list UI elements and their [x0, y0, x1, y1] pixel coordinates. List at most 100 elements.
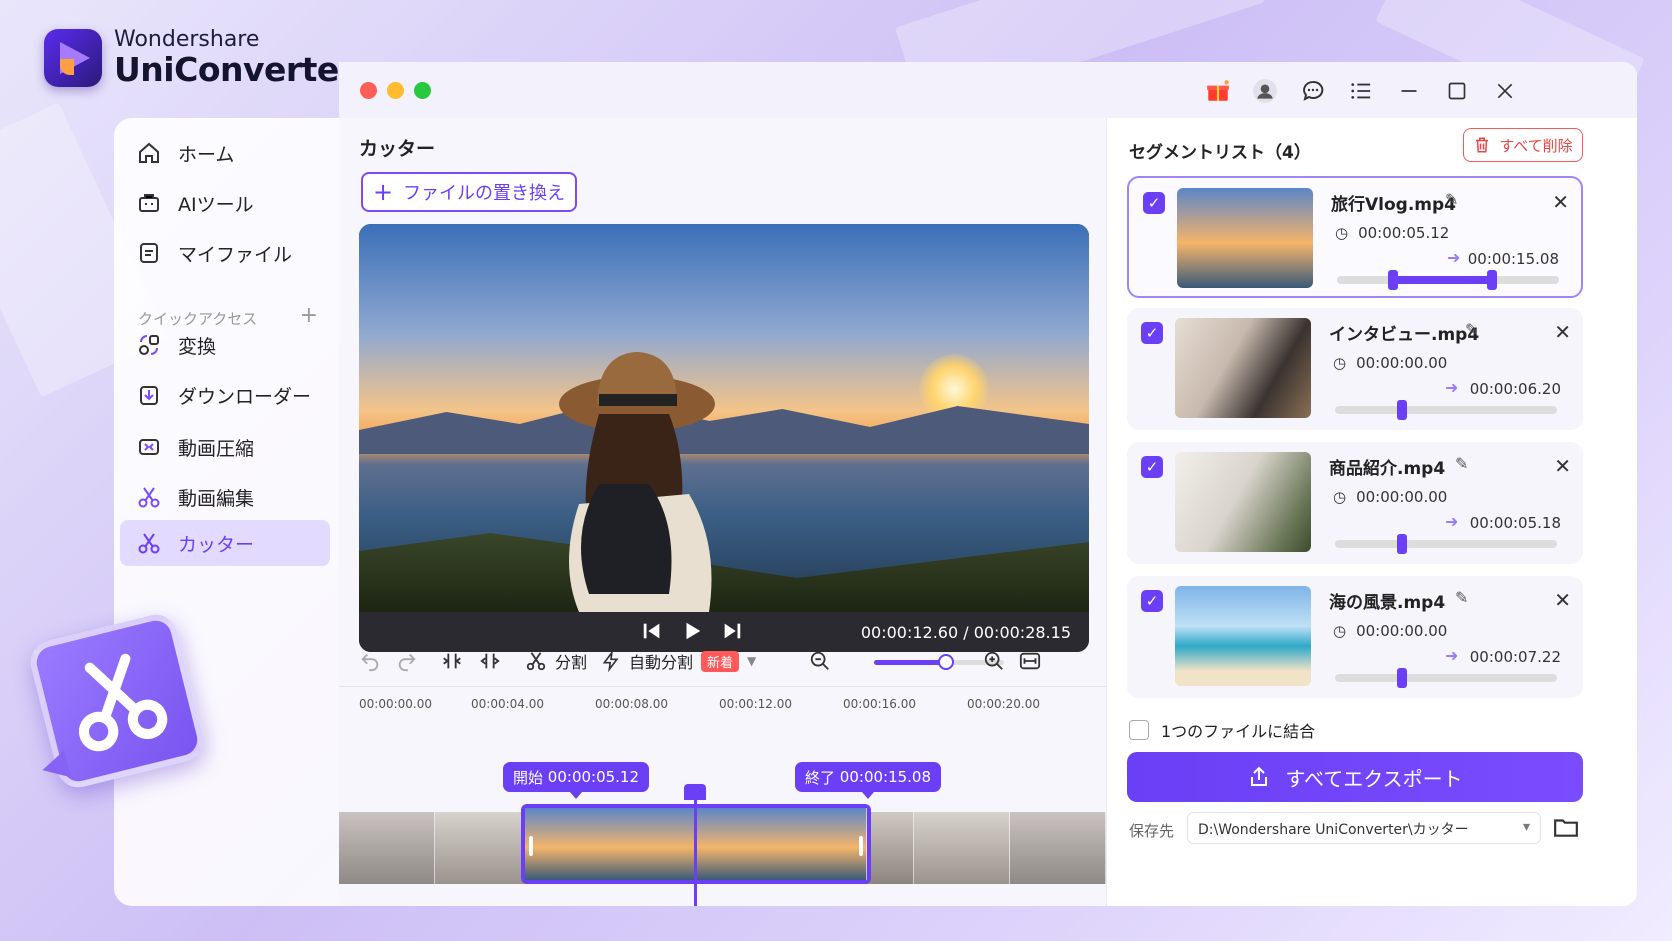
minimize-icon[interactable] [1396, 78, 1422, 104]
segment-list-panel: セグメントリスト（4） すべて削除 ✓ 旅行Vlog.mp4 ✎ ✕ ◷ 00:0… [1106, 118, 1637, 906]
export-all-button[interactable]: すべてエクスポート [1127, 752, 1583, 802]
segment-card[interactable]: ✓ 海の風景.mp4 ✎ ✕ ◷ 00:00:00.00 ➜ 00:00:07.2… [1127, 576, 1583, 698]
sidebar-item-compress[interactable]: 動画圧縮 [120, 424, 330, 470]
segment-name: インタビュー.mp4 [1329, 325, 1480, 345]
sidebar-item-label: 動画編集 [178, 487, 255, 510]
segment-start: ◷ 00:00:05.12 [1335, 224, 1449, 242]
sidebar-item-video-edit[interactable]: 動画編集 [120, 474, 330, 520]
chat-icon[interactable] [1300, 78, 1326, 104]
segment-card[interactable]: ✓ インタビュー.mp4 ✎ ✕ ◷ 00:00:00.00 ➜ 00:00:06… [1127, 308, 1583, 430]
window-close-dot[interactable] [360, 82, 377, 99]
folder-icon[interactable] [1553, 814, 1579, 840]
end-label: 終了 [805, 768, 836, 787]
page-title: カッター [359, 138, 436, 160]
app-window: カッター + ファイルの置き換え 00:00:12.60 / 00:00:28.… [339, 62, 1637, 906]
remove-segment-icon[interactable]: ✕ [1554, 454, 1571, 478]
segment-range-bar[interactable] [1335, 534, 1557, 554]
ruler-tick-label: 00:00:12.00 [719, 697, 792, 711]
split-button[interactable]: 分割 [525, 649, 587, 673]
segment-checkbox[interactable]: ✓ [1141, 322, 1163, 344]
sidebar-item-cutter[interactable]: カッター [120, 520, 330, 566]
segment-start-time: 00:00:00.00 [1356, 354, 1448, 372]
segment-range-bar[interactable] [1337, 270, 1559, 290]
sidebar-item-label: AIツール [178, 193, 254, 216]
redo-icon[interactable] [396, 650, 418, 676]
arrow-right-icon: ➜ [1447, 248, 1461, 267]
sidebar-item-convert[interactable]: 変換 [120, 322, 330, 368]
segment-range-start-handle[interactable] [1396, 534, 1407, 554]
segment-range-start-handle[interactable] [1396, 400, 1407, 420]
segment-range-end-handle[interactable] [1487, 270, 1498, 290]
segment-range-start-handle[interactable] [1387, 270, 1398, 290]
edit-icon[interactable]: ✎ [1455, 454, 1468, 473]
remove-segment-icon[interactable]: ✕ [1554, 588, 1571, 612]
merge-checkbox[interactable] [1129, 720, 1149, 740]
set-start-icon[interactable] [441, 650, 463, 676]
brand: Wondershare UniConverter [44, 28, 355, 88]
save-path-dropdown[interactable]: D:\Wondershare UniConverter\カッター ▾ [1187, 812, 1541, 844]
merge-option[interactable]: 1つのファイルに結合 [1129, 718, 1315, 742]
window-minimize-dot[interactable] [387, 82, 404, 99]
edit-icon[interactable]: ✎ [1465, 320, 1478, 339]
home-icon [136, 140, 162, 166]
segment-start: ◷ 00:00:00.00 [1333, 354, 1447, 372]
zoom-knob[interactable] [937, 654, 954, 670]
arrow-right-icon: ➜ [1445, 512, 1459, 531]
video-player[interactable]: 00:00:12.60 / 00:00:28.15 [359, 224, 1089, 652]
start-marker-flag[interactable]: 開始 00:00:05.12 [503, 762, 650, 799]
ruler-tick-label: 00:00:00.00 [359, 697, 432, 711]
range-handle-left[interactable] [529, 836, 533, 856]
chevron-down-icon[interactable]: ▼ [747, 654, 756, 668]
export-icon [1251, 766, 1268, 786]
sidebar-item-home[interactable]: ホーム [120, 130, 330, 176]
maximize-icon[interactable] [1444, 78, 1470, 104]
sidebar-item-downloader[interactable]: ダウンローダー [120, 372, 330, 418]
segment-checkbox[interactable]: ✓ [1141, 590, 1163, 612]
download-icon [136, 382, 162, 408]
remove-segment-icon[interactable]: ✕ [1554, 320, 1571, 344]
playhead[interactable] [684, 784, 706, 906]
gift-icon[interactable] [1205, 78, 1231, 104]
remove-segment-icon[interactable]: ✕ [1552, 190, 1569, 214]
segment-range-start-handle[interactable] [1396, 668, 1407, 688]
segment-name: 商品紹介.mp4 [1329, 459, 1446, 479]
menu-list-icon[interactable] [1348, 78, 1374, 104]
sidebar-item-ai-tools[interactable]: AIツール [120, 180, 330, 226]
replace-file-button[interactable]: + ファイルの置き換え [361, 172, 577, 212]
sidebar-item-label: ダウンローダー [178, 385, 312, 408]
edit-icon[interactable]: ✎ [1455, 588, 1468, 607]
window-body: カッター + ファイルの置き換え 00:00:12.60 / 00:00:28.… [339, 118, 1637, 906]
edit-icon[interactable]: ✎ [1445, 190, 1458, 209]
fit-timeline-icon[interactable] [1019, 650, 1041, 676]
sidebar-item-label: 変換 [178, 335, 217, 358]
segment-start: ◷ 00:00:00.00 [1333, 488, 1447, 506]
user-avatar-icon[interactable] [1252, 78, 1278, 104]
segment-card[interactable]: ✓ 商品紹介.mp4 ✎ ✕ ◷ 00:00:00.00 ➜ 00:00:05.1… [1127, 442, 1583, 564]
segment-list-title: セグメントリスト（4） [1129, 143, 1311, 163]
set-end-icon[interactable] [479, 650, 501, 676]
segment-thumbnail [1175, 586, 1311, 686]
brand-name: Wondershare UniConverter [114, 28, 355, 88]
segment-checkbox[interactable]: ✓ [1141, 456, 1163, 478]
close-icon[interactable] [1492, 78, 1518, 104]
edit-video-icon [136, 484, 162, 510]
end-marker-flag[interactable]: 終了 00:00:15.08 [795, 762, 942, 799]
sidebar-item-my-files[interactable]: マイファイル [120, 230, 330, 276]
range-handle-right[interactable] [859, 836, 863, 856]
undo-icon[interactable] [359, 650, 381, 676]
ruler-tick-label: 00:00:08.00 [595, 697, 668, 711]
auto-split-button[interactable]: 自動分割 新着 ▼ [601, 649, 756, 673]
auto-split-label: 自動分割 [629, 653, 694, 672]
segment-range-bar[interactable] [1335, 400, 1557, 420]
ai-toolbox-icon [136, 190, 162, 216]
segment-start-time: 00:00:05.12 [1358, 224, 1450, 242]
window-zoom-dot[interactable] [414, 82, 431, 99]
segment-range-bar[interactable] [1335, 668, 1557, 688]
segment-card[interactable]: ✓ 旅行Vlog.mp4 ✎ ✕ ◷ 00:00:05.12 ➜ 00:00:15… [1127, 176, 1583, 298]
delete-all-button[interactable]: すべて削除 [1463, 128, 1583, 162]
clock-icon: ◷ [1333, 622, 1347, 640]
segment-checkbox[interactable]: ✓ [1143, 192, 1165, 214]
zoom-in-icon[interactable] [983, 650, 1005, 676]
sidebar-item-label: ホーム [178, 143, 235, 166]
zoom-out-icon[interactable] [809, 650, 831, 676]
